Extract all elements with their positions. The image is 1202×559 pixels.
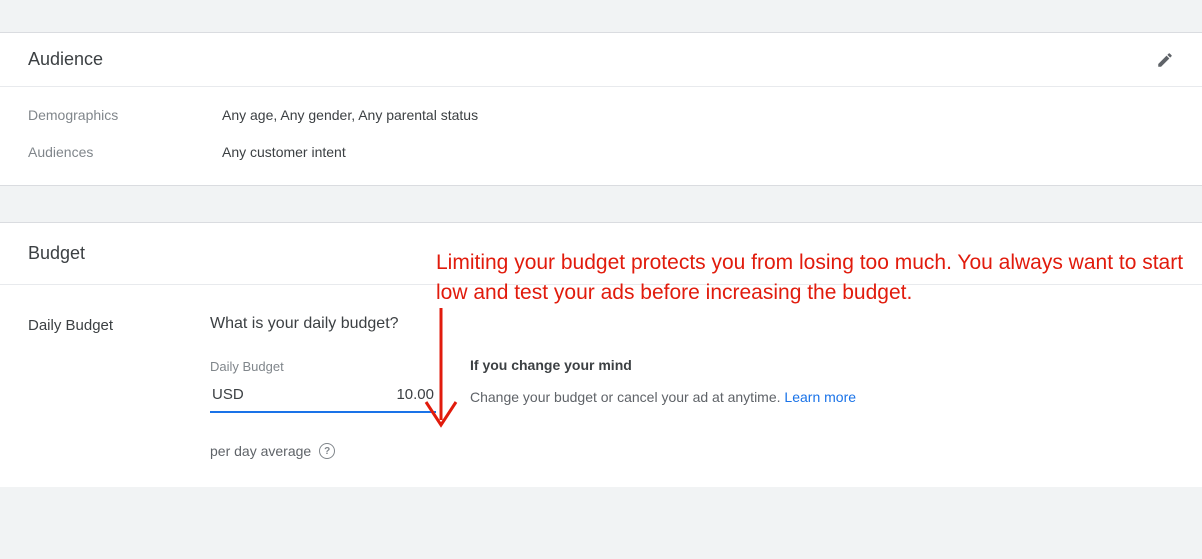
budget-section: Budget Daily Budget What is your daily b… [0,222,1202,487]
budget-amount-input[interactable] [314,386,434,403]
audience-details: Demographics Any age, Any gender, Any pa… [0,86,1202,185]
audiences-value: Any customer intent [222,142,346,163]
daily-budget-label: Daily Budget [28,315,210,334]
currency-label: USD [212,386,244,403]
budget-body: Daily Budget What is your daily budget? … [0,285,1202,487]
help-icon[interactable]: ? [319,443,335,459]
daily-budget-input-block: Daily Budget USD [210,359,470,413]
daily-budget-heading: What is your daily budget? [210,315,470,333]
learn-more-link[interactable]: Learn more [784,389,856,405]
budget-right: If you change your mind Change your budg… [470,315,1010,459]
audience-section: Audience Demographics Any age, Any gende… [0,32,1202,186]
per-day-text: per day average [210,443,311,459]
change-mind-desc: Change your budget or cancel your ad at … [470,389,784,405]
daily-budget-input-field[interactable]: USD [210,382,436,413]
audience-title: Audience [28,49,103,70]
demographics-row: Demographics Any age, Any gender, Any pa… [28,105,1174,126]
change-mind-heading: If you change your mind [470,357,1010,373]
budget-title: Budget [28,243,1174,264]
edit-icon[interactable] [1156,51,1174,69]
top-spacer [0,0,1202,32]
daily-budget-left: Daily Budget [28,315,210,459]
demographics-label: Demographics [28,105,222,126]
audiences-label: Audiences [28,142,222,163]
per-day-row: per day average ? [210,443,470,459]
audience-header[interactable]: Audience [0,33,1202,86]
demographics-value: Any age, Any gender, Any parental status [222,105,478,126]
change-mind-text: Change your budget or cancel your ad at … [470,387,1010,408]
daily-budget-input-label: Daily Budget [210,359,470,374]
audiences-row: Audiences Any customer intent [28,142,1174,163]
daily-budget-mid: What is your daily budget? Daily Budget … [210,315,470,459]
budget-header: Budget [0,223,1202,285]
